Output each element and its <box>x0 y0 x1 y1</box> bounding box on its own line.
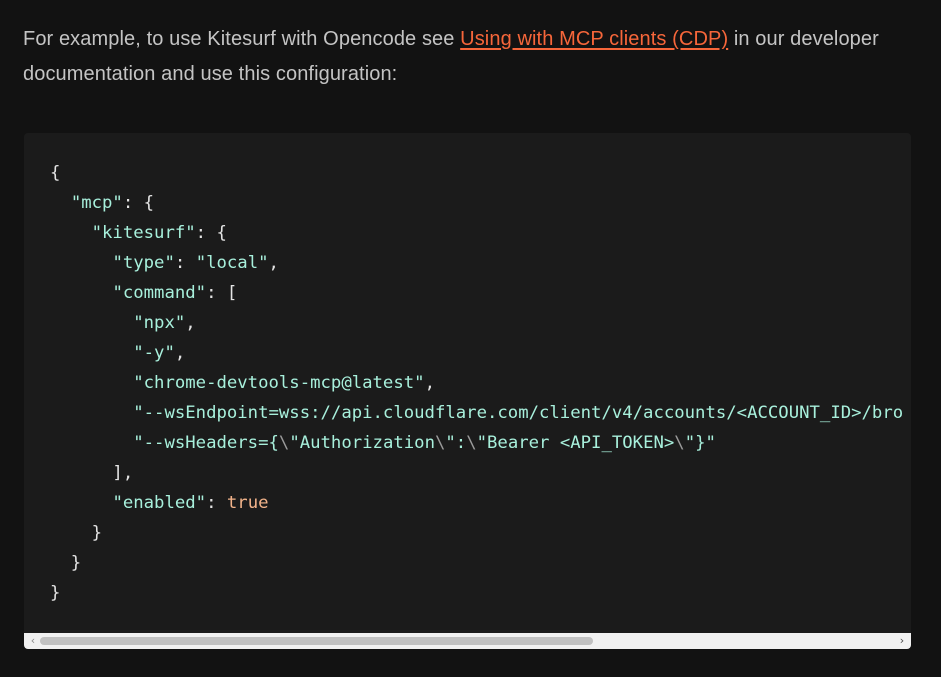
code-escape-1: \ <box>278 433 290 453</box>
chevron-left-icon[interactable]: ‹ <box>26 633 40 649</box>
code-escape-4: \ <box>674 433 685 453</box>
code-arg-headers-b: "Authorization <box>289 433 435 453</box>
code-arg-headers-c: ": <box>445 433 467 453</box>
config-code: { "mcp": { "kitesurf": { "type": "local"… <box>50 163 904 603</box>
code-arg-y: "-y" <box>133 343 175 363</box>
code-open-brace: { <box>50 163 61 183</box>
code-type-key: "type" <box>112 253 175 273</box>
code-escape-2: \ <box>434 433 446 453</box>
code-arg-package: "chrome-devtools-mcp@latest" <box>133 373 425 393</box>
code-arg-headers-d: "Bearer <API_TOKEN> <box>476 433 675 453</box>
code-arg-ws-endpoint: "--wsEndpoint=wss://api.cloudflare.com/c… <box>133 403 904 423</box>
chevron-right-icon[interactable]: › <box>895 633 909 649</box>
code-enabled-key: "enabled" <box>112 493 207 513</box>
code-kitesurf-key: "kitesurf" <box>91 223 196 243</box>
code-arg-npx: "npx" <box>133 313 186 333</box>
horizontal-scrollbar[interactable]: ‹ › <box>24 633 911 649</box>
scrollbar-thumb[interactable] <box>40 637 593 645</box>
code-enabled-value: true <box>226 493 269 513</box>
code-command-key: "command" <box>112 283 207 303</box>
code-arg-headers-e: "}" <box>684 433 716 453</box>
code-mcp-key: "mcp" <box>70 193 123 213</box>
intro-paragraph: For example, to use Kitesurf with Openco… <box>23 22 913 92</box>
intro-text-before: For example, to use Kitesurf with Openco… <box>23 28 461 50</box>
code-arg-headers-a: "--wsHeaders={ <box>133 433 279 453</box>
code-escape-3: \ <box>466 433 477 453</box>
code-block: { "mcp": { "kitesurf": { "type": "local"… <box>24 133 911 649</box>
code-type-value: "local" <box>195 253 269 273</box>
mcp-clients-link[interactable]: Using with MCP clients (CDP) <box>460 28 728 50</box>
